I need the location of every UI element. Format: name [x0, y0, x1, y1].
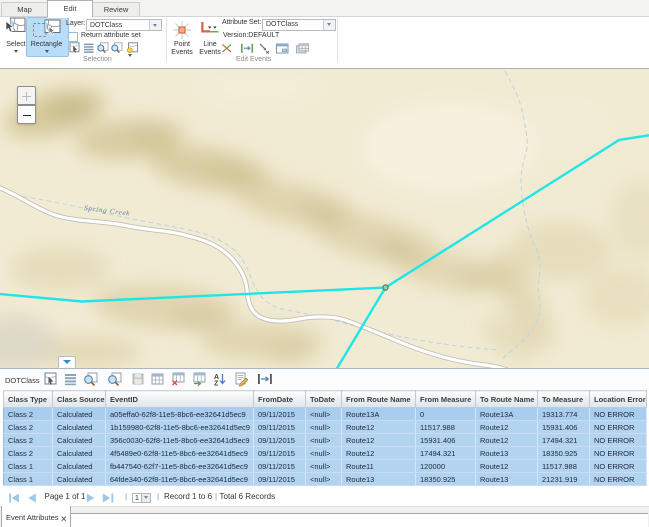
- svg-text:Z: Z: [214, 381, 219, 388]
